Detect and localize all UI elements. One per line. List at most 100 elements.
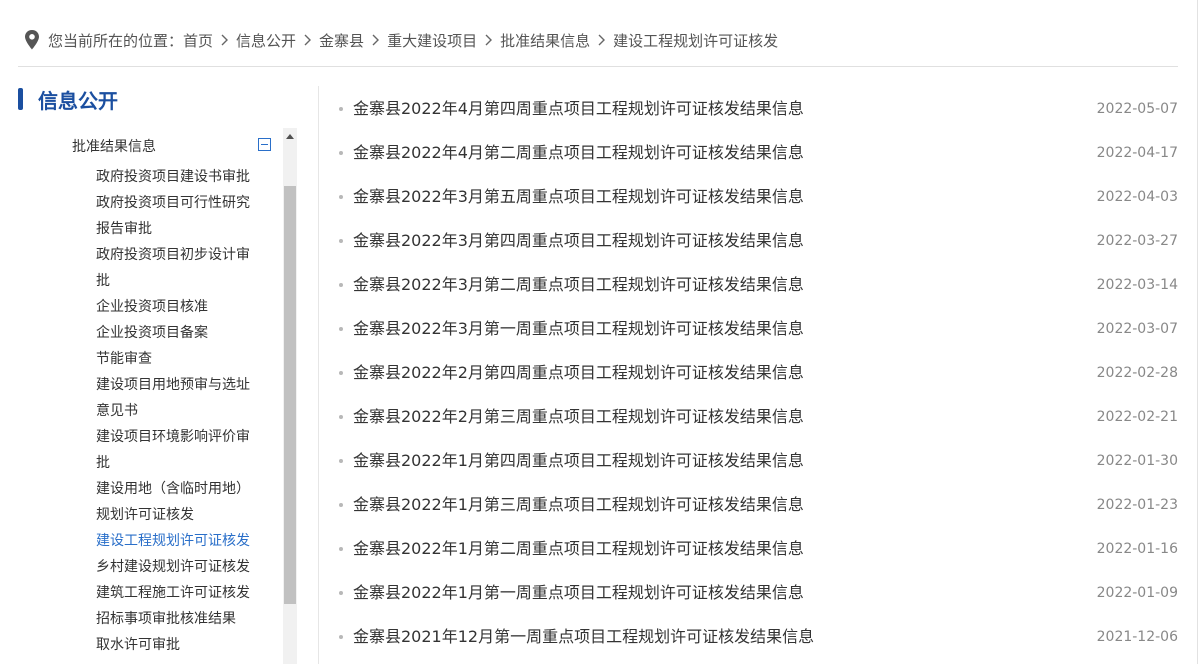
list-item: 金寨县2022年3月第四周重点项目工程规划许可证核发结果信息 2022-03-27 (334, 220, 1180, 264)
sidebar-item[interactable]: 招标事项审批核准结果 (96, 606, 268, 632)
sidebar-item[interactable]: 建筑工程施工许可证核发 (96, 580, 268, 606)
location-pin-icon (24, 30, 40, 50)
collapse-minus-icon[interactable] (258, 138, 271, 151)
sidebar-nav: 批准结果信息 政府投资项目建设书审批 政府投资项目可行性研究 报告审批 政府投资项目初… (18, 128, 298, 664)
list-item: 金寨县2022年3月第一周重点项目工程规划许可证核发结果信息 2022-03-07 (334, 308, 1180, 352)
sidebar-item[interactable]: 建设项目环境影响评价审 (96, 424, 268, 450)
article-date: 2022-04-17 (1096, 145, 1178, 161)
list-item: 金寨县2022年1月第二周重点项目工程规划许可证核发结果信息 2022-01-16 (334, 528, 1180, 572)
article-title-link[interactable]: 金寨县2022年2月第三周重点项目工程规划许可证核发结果信息 (353, 406, 804, 428)
sidebar-item[interactable]: 规划许可证核发 (96, 502, 268, 528)
sidebar-category-label: 批准结果信息 (72, 139, 156, 155)
sidebar-item[interactable]: 意见书 (96, 398, 268, 424)
sidebar-item[interactable]: 建设用地（含临时用地） (96, 476, 268, 502)
sidebar-category[interactable]: 批准结果信息 (72, 136, 272, 156)
content-divider (318, 86, 319, 664)
list-item: 金寨县2022年1月第三周重点项目工程规划许可证核发结果信息 2022-01-23 (334, 484, 1180, 528)
list-item: 金寨县2022年3月第五周重点项目工程规划许可证核发结果信息 2022-04-03 (334, 176, 1180, 220)
sidebar-item[interactable]: 建设工程规划许可证核发 (96, 528, 268, 554)
article-date: 2022-03-07 (1096, 321, 1178, 337)
article-date: 2022-01-23 (1096, 497, 1178, 513)
list-item: 金寨县2022年2月第四周重点项目工程规划许可证核发结果信息 2022-02-28 (334, 352, 1180, 396)
list-item: 金寨县2021年12月第一周重点项目工程规划许可证核发结果信息 2021-12-0… (334, 616, 1180, 660)
bullet-dot-icon (339, 635, 343, 639)
article-title-link[interactable]: 金寨县2022年3月第五周重点项目工程规划许可证核发结果信息 (353, 186, 804, 208)
article-date: 2022-01-16 (1096, 541, 1178, 557)
sidebar-title: 信息公开 (18, 86, 118, 113)
sidebar-item[interactable]: 取水许可审批 (96, 632, 268, 658)
list-item: 金寨县2022年4月第四周重点项目工程规划许可证核发结果信息 2022-05-07 (334, 88, 1180, 132)
chevron-right-icon (303, 31, 312, 49)
bullet-dot-icon (339, 415, 343, 419)
article-date: 2022-03-14 (1096, 277, 1178, 293)
sidebar-title-text: 信息公开 (38, 88, 118, 113)
bullet-dot-icon (339, 151, 343, 155)
article-date: 2022-03-27 (1096, 233, 1178, 249)
list-item: 金寨县2022年1月第一周重点项目工程规划许可证核发结果信息 2022-01-09 (334, 572, 1180, 616)
article-title-link[interactable]: 金寨县2022年2月第四周重点项目工程规划许可证核发结果信息 (353, 362, 804, 384)
article-title-link[interactable]: 金寨县2022年3月第二周重点项目工程规划许可证核发结果信息 (353, 274, 804, 296)
article-date: 2022-01-09 (1096, 585, 1178, 601)
sidebar-item[interactable]: 建设项目用地预审与选址 (96, 372, 268, 398)
article-list: 金寨县2022年4月第四周重点项目工程规划许可证核发结果信息 2022-05-07… (334, 88, 1180, 660)
chevron-right-icon (220, 31, 229, 49)
list-item: 金寨县2022年1月第四周重点项目工程规划许可证核发结果信息 2022-01-30 (334, 440, 1180, 484)
bullet-dot-icon (339, 283, 343, 287)
sidebar-item[interactable]: 企业投资项目备案 (96, 320, 268, 346)
breadcrumb-info-public[interactable]: 信息公开 (236, 30, 296, 51)
sidebar-sub-list: 政府投资项目建设书审批 政府投资项目可行性研究 报告审批 政府投资项目初步设计审批企业… (96, 164, 268, 658)
article-title-link[interactable]: 金寨县2022年1月第三周重点项目工程规划许可证核发结果信息 (353, 494, 804, 516)
sidebar-item[interactable]: 批 (96, 450, 268, 476)
list-item: 金寨县2022年3月第二周重点项目工程规划许可证核发结果信息 2022-03-14 (334, 264, 1180, 308)
article-date: 2022-01-30 (1096, 453, 1178, 469)
article-title-link[interactable]: 金寨县2022年4月第四周重点项目工程规划许可证核发结果信息 (353, 98, 804, 120)
sidebar-scrollbar[interactable] (283, 128, 297, 664)
article-title-link[interactable]: 金寨县2021年12月第一周重点项目工程规划许可证核发结果信息 (353, 626, 814, 648)
list-item: 金寨县2022年4月第二周重点项目工程规划许可证核发结果信息 2022-04-17 (334, 132, 1180, 176)
article-title-link[interactable]: 金寨县2022年1月第二周重点项目工程规划许可证核发结果信息 (353, 538, 804, 560)
article-title-link[interactable]: 金寨县2022年3月第一周重点项目工程规划许可证核发结果信息 (353, 318, 804, 340)
sidebar-item[interactable]: 报告审批 (96, 216, 268, 242)
breadcrumb: 您当前所在的位置： 首页 信息公开 金寨县 重大建设项目 批准结果信息 建设工程… (24, 28, 778, 52)
sidebar-item[interactable]: 政府投资项目建设书审批 (96, 164, 268, 190)
sidebar-item[interactable]: 乡村建设规划许可证核发 (96, 554, 268, 580)
article-date: 2022-02-28 (1096, 365, 1178, 381)
breadcrumb-current[interactable]: 建设工程规划许可证核发 (613, 30, 778, 51)
sidebar-item[interactable]: 节能审查 (96, 346, 268, 372)
article-title-link[interactable]: 金寨县2022年3月第四周重点项目工程规划许可证核发结果信息 (353, 230, 804, 252)
bullet-dot-icon (339, 327, 343, 331)
article-date: 2022-04-03 (1096, 189, 1178, 205)
breadcrumb-county[interactable]: 金寨县 (319, 30, 364, 51)
scroll-up-arrow-icon[interactable] (283, 128, 297, 144)
bullet-dot-icon (339, 459, 343, 463)
page-border (1197, 0, 1198, 664)
chevron-right-icon (597, 31, 606, 49)
breadcrumb-approval-results[interactable]: 批准结果信息 (500, 30, 590, 51)
chevron-right-icon (484, 31, 493, 49)
article-date: 2022-05-07 (1096, 101, 1178, 117)
article-title-link[interactable]: 金寨县2022年1月第四周重点项目工程规划许可证核发结果信息 (353, 450, 804, 472)
bullet-dot-icon (339, 107, 343, 111)
bullet-dot-icon (339, 195, 343, 199)
article-title-link[interactable]: 金寨县2022年1月第一周重点项目工程规划许可证核发结果信息 (353, 582, 804, 604)
title-accent-bar (18, 88, 23, 110)
sidebar-item[interactable]: 政府投资项目可行性研究 (96, 190, 268, 216)
bullet-dot-icon (339, 503, 343, 507)
sidebar-item[interactable]: 政府投资项目初步设计审 (96, 242, 268, 268)
bullet-dot-icon (339, 547, 343, 551)
sidebar-item[interactable]: 批 (96, 268, 268, 294)
breadcrumb-divider (18, 66, 1178, 67)
bullet-dot-icon (339, 239, 343, 243)
bullet-dot-icon (339, 591, 343, 595)
chevron-right-icon (371, 31, 380, 49)
list-item: 金寨县2022年2月第三周重点项目工程规划许可证核发结果信息 2022-02-21 (334, 396, 1180, 440)
scrollbar-thumb[interactable] (284, 186, 296, 604)
sidebar-item[interactable]: 企业投资项目核准 (96, 294, 268, 320)
breadcrumb-prefix: 您当前所在的位置： (48, 31, 184, 50)
article-date: 2021-12-06 (1096, 629, 1178, 645)
article-date: 2022-02-21 (1096, 409, 1178, 425)
breadcrumb-major-projects[interactable]: 重大建设项目 (387, 30, 477, 51)
article-title-link[interactable]: 金寨县2022年4月第二周重点项目工程规划许可证核发结果信息 (353, 142, 804, 164)
bullet-dot-icon (339, 371, 343, 375)
breadcrumb-home[interactable]: 首页 (183, 30, 213, 51)
